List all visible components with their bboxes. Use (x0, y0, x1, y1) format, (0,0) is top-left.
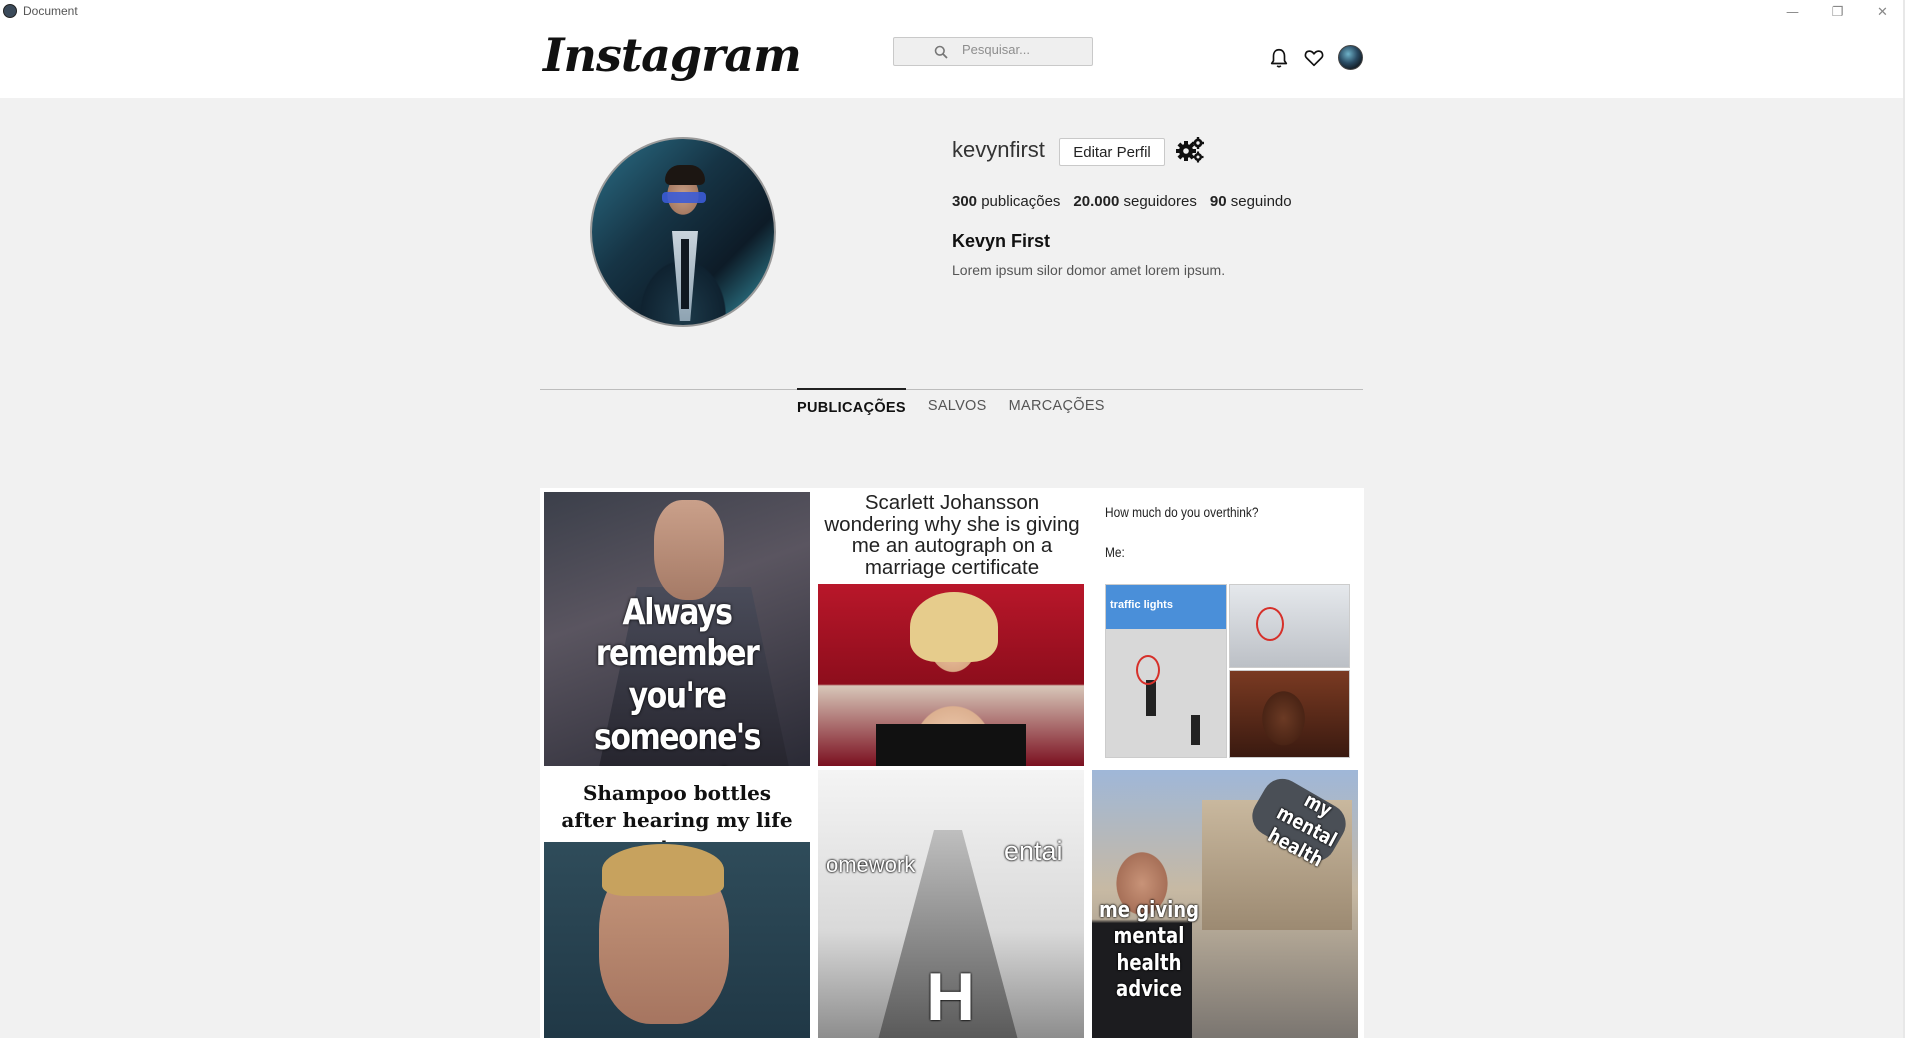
post-3-question: How much do you overthink? (1105, 504, 1259, 520)
heart-icon[interactable] (1303, 47, 1325, 69)
top-navbar: Instagram (0, 24, 1903, 98)
stat-following-count: 90 (1209, 193, 1227, 210)
profile-stats: 300 publicações 20.000 seguidores 90 seg… (952, 193, 1292, 210)
bell-icon[interactable] (1268, 47, 1290, 69)
app-icon (3, 4, 17, 18)
post-6-bottom-label: me giving mental health advice (1098, 898, 1200, 1003)
stat-following-label: seguindo (1230, 193, 1292, 210)
tab-publicacoes[interactable]: PUBLICAÇÕES (797, 388, 906, 418)
post-item[interactable]: Always remember you're someone's reason … (544, 492, 810, 766)
nav-actions (1268, 45, 1363, 70)
stat-posts-label: publicações (981, 193, 1061, 210)
gear-icon[interactable] (1175, 136, 1205, 164)
post-4-photo (544, 842, 810, 1038)
stat-followers-label: seguidores (1123, 193, 1197, 210)
search-icon (934, 45, 948, 59)
window-controls: — ❐ ✕ (1770, 0, 1905, 24)
profile-username: kevynfirst (952, 137, 1045, 162)
post-2-caption: Scarlett Johansson wondering why she is … (824, 492, 1080, 579)
post-item[interactable]: omework entai H (818, 770, 1084, 1038)
instagram-logo[interactable]: Instagram (543, 28, 802, 82)
post-2-photo (818, 584, 1084, 766)
profile-bio: Lorem ipsum silor domor amet lorem ipsum… (952, 262, 1226, 278)
post-2-hair (910, 592, 998, 662)
post-item[interactable]: How much do you overthink? Me: traffic l… (1092, 488, 1358, 770)
post-item[interactable]: Shampoo bottles after hearing my life st… (544, 770, 810, 1038)
post-5-left-label: omework (826, 852, 916, 877)
post-4-hair (602, 844, 724, 896)
edit-profile-button[interactable]: Editar Perfil (1059, 138, 1165, 166)
stat-posts[interactable]: 300 publicações (952, 193, 1060, 210)
post-5-bottom-label: H (926, 959, 976, 1035)
stat-followers-count: 20.000 (1073, 193, 1120, 210)
post-5-right-label: entai (1004, 836, 1063, 866)
post-3-me: Me: (1105, 544, 1125, 560)
user-avatar[interactable] (1338, 45, 1363, 70)
post-3-reaction-face (1229, 670, 1350, 758)
post-3-sky-tile (1229, 584, 1350, 668)
tab-marcacoes[interactable]: MARCAÇÕES (1009, 388, 1105, 418)
post-2-dress (876, 724, 1026, 766)
post-3-captcha: traffic lights (1105, 584, 1227, 758)
restore-button[interactable]: ❐ (1815, 0, 1860, 24)
post-item[interactable]: Scarlett Johansson wondering why she is … (818, 492, 1084, 766)
stat-followers[interactable]: 20.000 seguidores (1073, 193, 1196, 210)
profile-picture-hair (665, 165, 705, 185)
post-3-traffic-light (1146, 680, 1156, 716)
search-input[interactable] (962, 42, 1082, 57)
window-title: Document (23, 4, 78, 18)
post-1-text: Always remember you're someone's reason … (594, 592, 761, 766)
post-3-red-circle (1136, 655, 1160, 685)
profile-picture-tie (681, 239, 689, 309)
stat-following[interactable]: 90 seguindo (1210, 193, 1292, 210)
profile-tabs: PUBLICAÇÕES SALVOS MARCAÇÕES (797, 388, 1105, 418)
post-item[interactable]: my mental health me giving mental health… (1092, 770, 1358, 1038)
tab-salvos[interactable]: SALVOS (928, 388, 987, 418)
profile-picture-glasses (662, 192, 706, 203)
profile-picture[interactable] (590, 137, 776, 327)
profile-page: kevynfirst Editar Perfil 300 publicações… (0, 98, 1903, 1038)
close-button[interactable]: ✕ (1860, 0, 1905, 24)
posts-grid: Always remember you're someone's reason … (540, 488, 1364, 1038)
post-1-face (654, 500, 724, 600)
post-3-red-circle (1256, 607, 1284, 641)
post-3-captcha-header: traffic lights (1106, 585, 1226, 629)
minimize-button[interactable]: — (1770, 0, 1815, 24)
post-3-traffic-light (1191, 715, 1200, 745)
profile-full-name: Kevyn First (952, 231, 1051, 251)
search-box[interactable] (893, 37, 1093, 66)
stat-posts-count: 300 (952, 193, 978, 210)
window-titlebar: Document — ❐ ✕ (0, 0, 1905, 24)
